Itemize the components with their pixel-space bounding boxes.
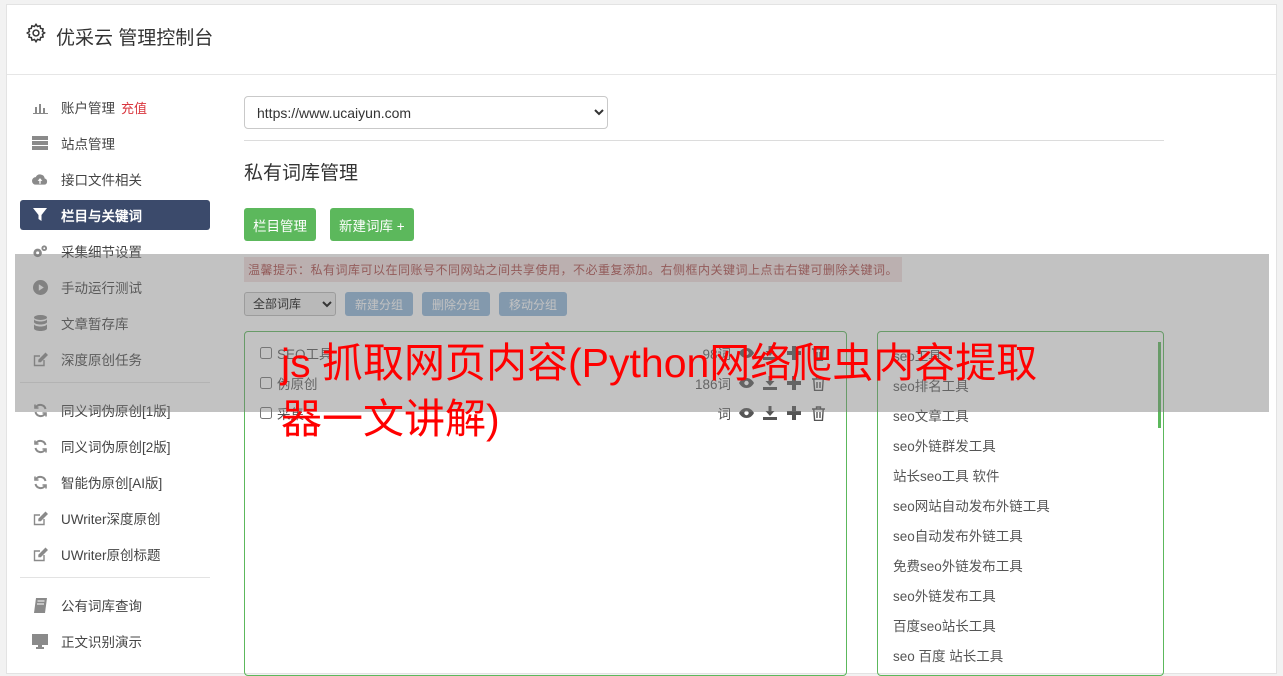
sidebar-item-label: UWriter原创标题 — [61, 548, 161, 563]
site-select[interactable]: https://www.ucaiyun.com — [244, 96, 608, 129]
edit-icon — [32, 546, 48, 562]
gear-icon — [25, 22, 46, 44]
column-manage-button[interactable]: 栏目管理 — [244, 208, 316, 241]
sidebar-item-label: UWriter深度原创 — [61, 512, 161, 527]
sidebar-item-columns-keywords[interactable]: 栏目与关键词 — [20, 200, 210, 230]
keyword-item[interactable]: seo 百度 站长工具 — [878, 642, 1163, 672]
keyword-item[interactable]: seo自动发布外链工具 — [878, 522, 1163, 552]
sidebar-item-label: 公有词库查询 — [61, 599, 142, 614]
keyword-item[interactable]: 站长seo工具 软件 — [878, 462, 1163, 492]
sidebar-item-sites[interactable]: 站点管理 — [20, 128, 210, 158]
page-title: 私有词库管理 — [244, 163, 359, 184]
sidebar-item-uwriter-original[interactable]: UWriter深度原创 — [20, 503, 210, 533]
recharge-link[interactable]: 充值 — [121, 98, 147, 117]
keyword-item[interactable]: seo外链发布工具 — [878, 582, 1163, 612]
sidebar-item-text-recognition[interactable]: 正文识别演示 — [20, 626, 210, 656]
sidebar-item-account[interactable]: 账户管理 充值 — [20, 92, 210, 122]
keyword-item[interactable]: 百度seo站长工具 — [878, 612, 1163, 642]
edit-icon — [32, 510, 48, 526]
keyword-item[interactable]: 免费seo外链发布工具 — [878, 552, 1163, 582]
monitor-icon — [32, 633, 48, 649]
new-lexicon-button[interactable]: 新建词库 + — [330, 208, 414, 241]
app-title: 优采云 管理控制台 — [56, 28, 214, 49]
top-header: 优采云 管理控制台 — [7, 5, 1276, 75]
sidebar-item-uwriter-title[interactable]: UWriter原创标题 — [20, 539, 210, 569]
sidebar-divider — [20, 577, 210, 578]
refresh-icon — [32, 438, 48, 454]
sidebar-item-label: 账户管理 — [61, 101, 115, 116]
sidebar-item-label: 同义词伪原创[2版] — [61, 440, 171, 455]
sidebar-item-label: 智能伪原创[AI版] — [61, 476, 163, 491]
sidebar-item-ai-rewrite[interactable]: 智能伪原创[AI版] — [20, 467, 210, 497]
filter-icon — [32, 207, 48, 223]
cloud-upload-icon — [32, 171, 48, 187]
sidebar-item-label: 接口文件相关 — [61, 173, 142, 188]
sidebar-item-label: 正文识别演示 — [61, 635, 142, 650]
refresh-icon — [32, 474, 48, 490]
server-icon — [32, 135, 48, 151]
action-buttons: 栏目管理 新建词库 + — [244, 208, 1164, 241]
sidebar-item-synonym-v2[interactable]: 同义词伪原创[2版] — [20, 431, 210, 461]
keyword-item[interactable]: seo网站自动发布外链工具 — [878, 492, 1163, 522]
sidebar-item-label: 站点管理 — [61, 137, 115, 152]
book-icon — [32, 597, 48, 613]
overlay-title: js 抓取网页内容(Python网络爬虫内容提取器一文讲解) — [281, 340, 1038, 442]
sidebar-item-interface[interactable]: 接口文件相关 — [20, 164, 210, 194]
sidebar-item-label: 栏目与关键词 — [61, 209, 142, 224]
sidebar-item-public-lexicon[interactable]: 公有词库查询 — [20, 590, 210, 620]
divider — [244, 140, 1164, 141]
bar-chart-icon — [32, 99, 48, 115]
